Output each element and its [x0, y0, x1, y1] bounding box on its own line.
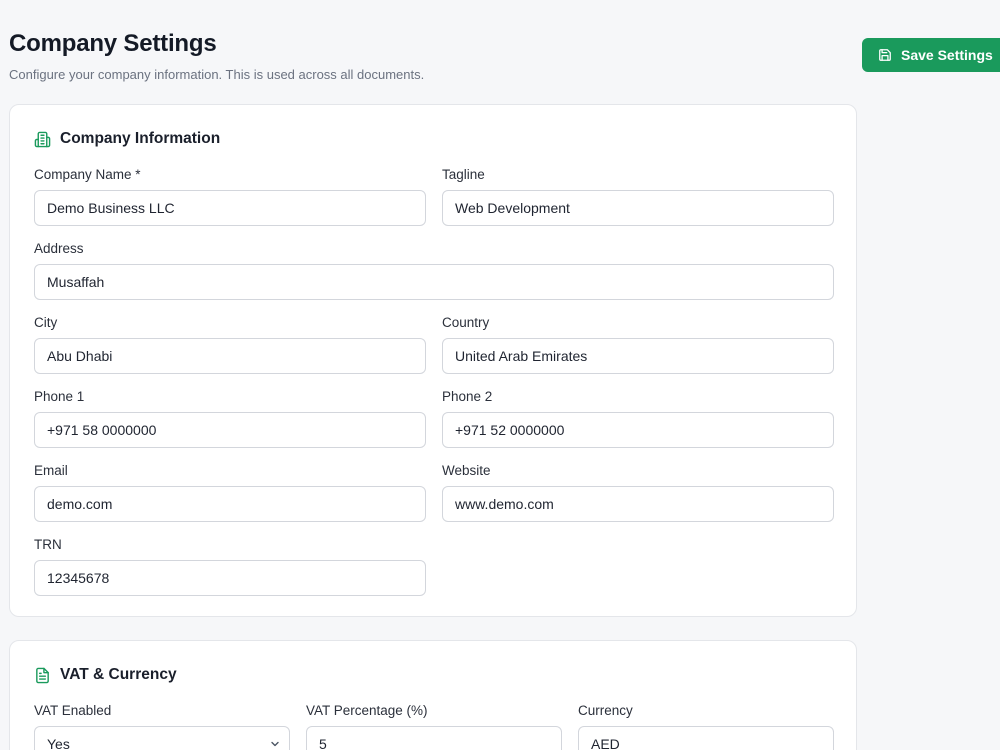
address-input[interactable] — [34, 264, 834, 300]
building-icon — [34, 131, 51, 148]
country-field: Country — [442, 315, 834, 374]
currency-label: Currency — [578, 703, 633, 718]
company-name-label: Company Name * — [34, 167, 141, 182]
page-subtitle: Configure your company information. This… — [9, 67, 425, 82]
trn-field: TRN — [34, 537, 426, 596]
tagline-input[interactable] — [442, 190, 834, 226]
website-field: Website — [442, 463, 834, 522]
vat-percentage-label: VAT Percentage (%) — [306, 703, 428, 718]
phone1-label: Phone 1 — [34, 389, 85, 404]
vat-currency-header: VAT & Currency — [34, 666, 177, 684]
save-settings-label: Save Settings — [901, 47, 993, 63]
email-label: Email — [34, 463, 68, 478]
website-label: Website — [442, 463, 491, 478]
phone2-field: Phone 2 — [442, 389, 834, 448]
company-name-field: Company Name * — [34, 167, 426, 226]
page-title: Company Settings — [9, 30, 217, 57]
phone1-field: Phone 1 — [34, 389, 426, 448]
phone1-input[interactable] — [34, 412, 426, 448]
country-label: Country — [442, 315, 490, 330]
company-name-input[interactable] — [34, 190, 426, 226]
phone2-input[interactable] — [442, 412, 834, 448]
save-icon — [878, 48, 892, 62]
save-settings-button[interactable]: Save Settings — [862, 38, 1000, 72]
vat-percentage-input[interactable] — [306, 726, 562, 750]
vat-percentage-field: VAT Percentage (%) — [306, 703, 562, 750]
trn-input[interactable] — [34, 560, 426, 596]
settings-page: Company Settings Configure your company … — [0, 0, 1000, 750]
document-icon — [34, 667, 51, 684]
page-header: Company Settings Configure your company … — [9, 30, 424, 82]
tagline-label: Tagline — [442, 167, 485, 182]
email-input[interactable] — [34, 486, 426, 522]
vat-enabled-select[interactable]: Yes — [34, 726, 290, 750]
phone2-label: Phone 2 — [442, 389, 493, 404]
company-information-card: Company Information Company Name * Tagli… — [9, 104, 857, 617]
email-field: Email — [34, 463, 426, 522]
country-input[interactable] — [442, 338, 834, 374]
currency-field: Currency — [578, 703, 834, 750]
trn-label: TRN — [34, 537, 62, 552]
vat-enabled-label: VAT Enabled — [34, 703, 112, 718]
city-field: City — [34, 315, 426, 374]
tagline-field: Tagline — [442, 167, 834, 226]
company-information-title: Company Information — [60, 130, 221, 147]
city-input[interactable] — [34, 338, 426, 374]
vat-currency-title: VAT & Currency — [60, 666, 177, 683]
company-information-header: Company Information — [34, 130, 220, 148]
chevron-down-icon — [270, 739, 280, 749]
address-label: Address — [34, 241, 84, 256]
address-field: Address — [34, 241, 834, 300]
vat-enabled-value: Yes — [34, 726, 290, 750]
vat-enabled-field: VAT Enabled Yes — [34, 703, 290, 750]
currency-input[interactable] — [578, 726, 834, 750]
vat-currency-card: VAT & Currency VAT Enabled Yes VAT Perce… — [9, 640, 857, 750]
city-label: City — [34, 315, 58, 330]
website-input[interactable] — [442, 486, 834, 522]
